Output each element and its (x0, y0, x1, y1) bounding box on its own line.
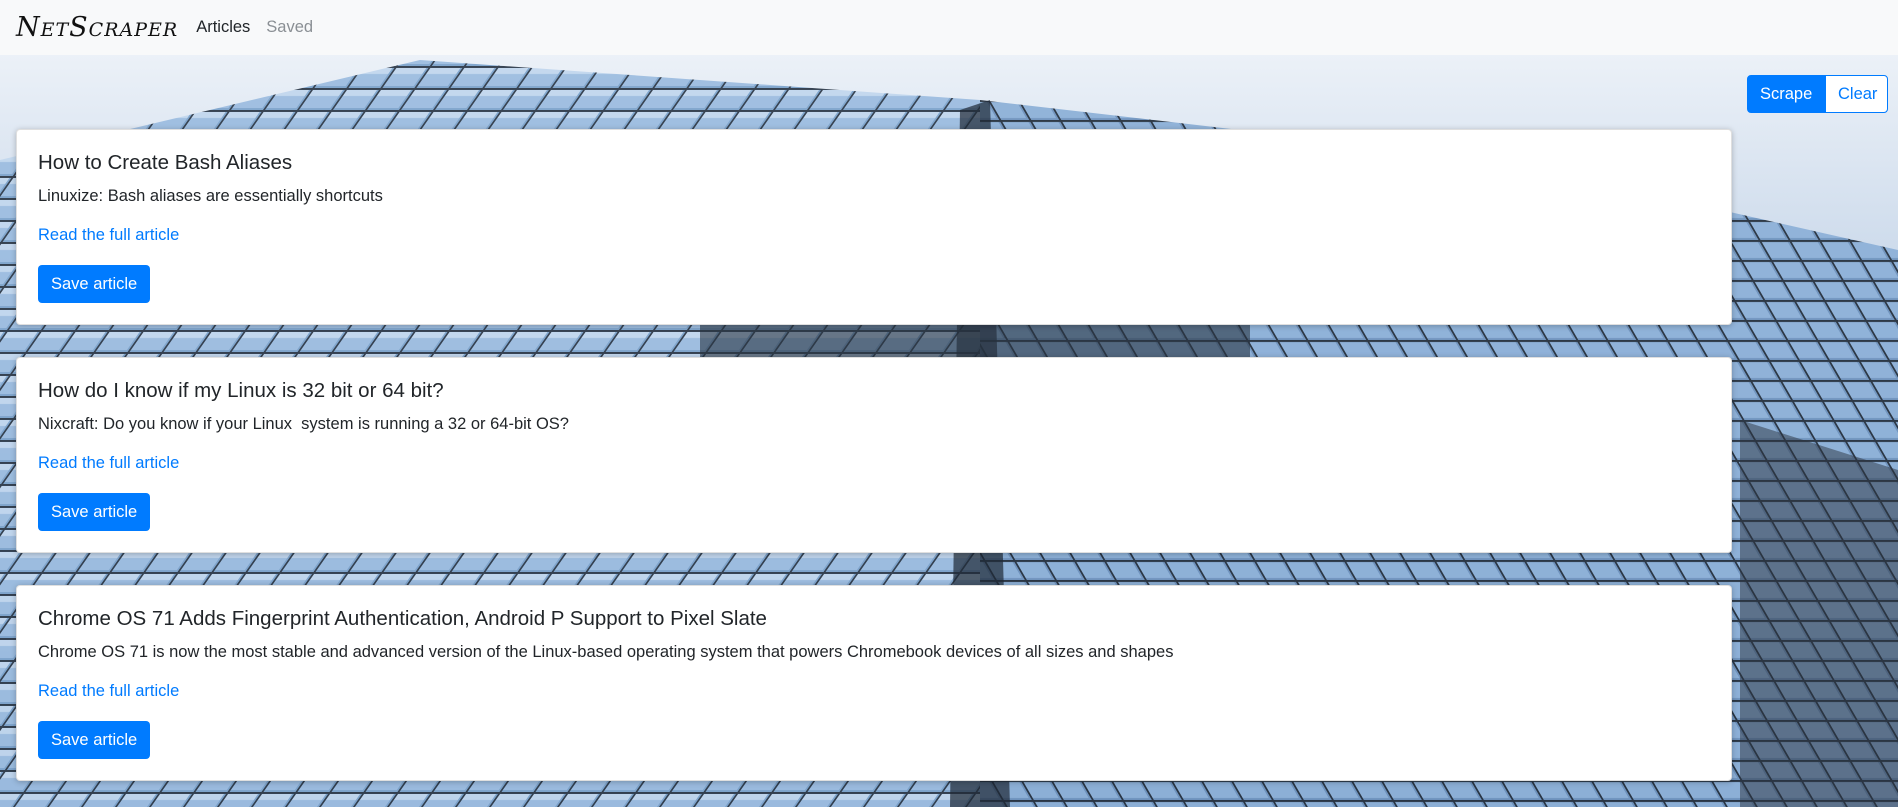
article-summary: Chrome OS 71 is now the most stable and … (38, 643, 1174, 661)
save-article-button[interactable]: Save article (38, 721, 151, 759)
article-card: Chrome OS 71 Adds Fingerprint Authentica… (16, 585, 1732, 781)
nav-saved-link[interactable]: Saved (266, 18, 313, 37)
scrape-clear-button-group: Scrape Clear (1747, 75, 1888, 113)
nav-articles-link[interactable]: Articles (196, 18, 250, 37)
article-title: How to Create Bash Aliases (38, 151, 293, 174)
article-card: How to Create Bash Aliases Linuxize: Bas… (16, 129, 1732, 325)
article-summary: Linuxize: Bash aliases are essentially s… (38, 187, 383, 205)
scrape-button[interactable]: Scrape (1747, 75, 1825, 113)
read-article-link[interactable]: Read the full article (38, 454, 1710, 473)
article-title: Chrome OS 71 Adds Fingerprint Authentica… (38, 607, 767, 630)
clear-button[interactable]: Clear (1825, 75, 1888, 113)
save-article-button[interactable]: Save article (38, 493, 151, 531)
brand-logo[interactable]: NetScraper (16, 12, 178, 43)
read-article-link[interactable]: Read the full article (38, 226, 1710, 245)
article-card: How do I know if my Linux is 32 bit or 6… (16, 357, 1732, 553)
navbar: NetScraper Articles Saved (0, 0, 1898, 55)
article-title: How do I know if my Linux is 32 bit or 6… (38, 379, 444, 402)
article-summary: Nixcraft: Do you know if your Linux syst… (38, 415, 569, 433)
save-article-button[interactable]: Save article (38, 265, 151, 303)
read-article-link[interactable]: Read the full article (38, 682, 1710, 701)
